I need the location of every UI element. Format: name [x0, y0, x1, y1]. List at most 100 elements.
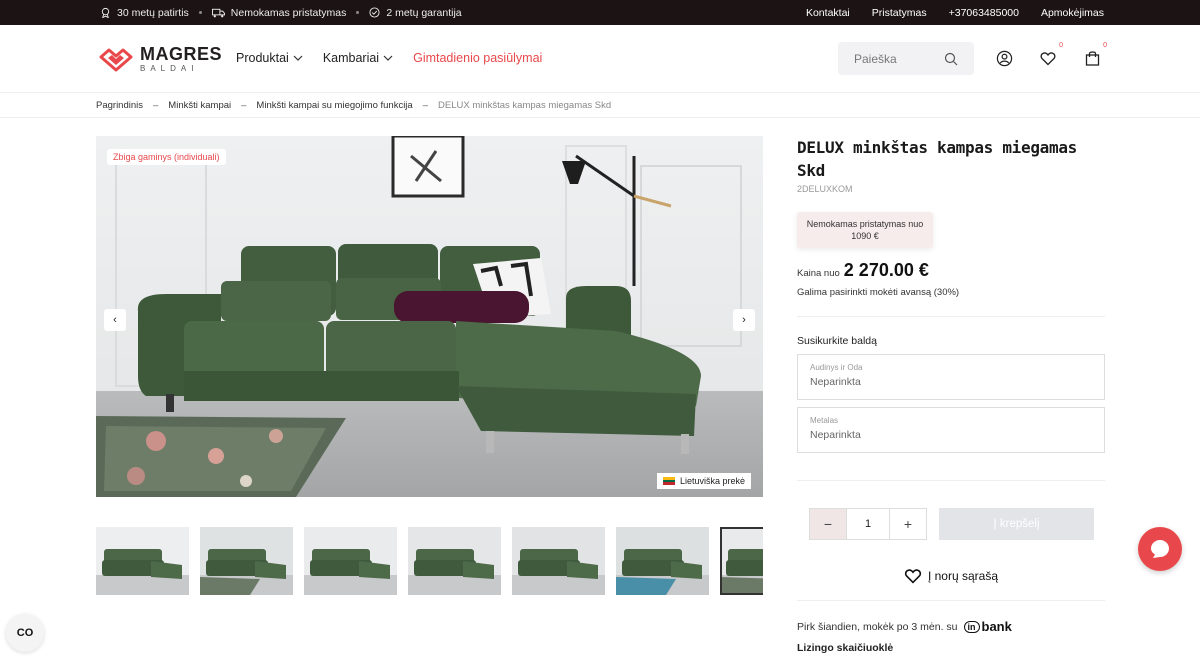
leasing-calculator-link[interactable]: Lizingo skaičiuoklė — [797, 642, 1105, 654]
inbank-logo-in: in — [963, 620, 980, 633]
gallery-thumbnail[interactable] — [408, 527, 501, 595]
product-sku: 2DELUXKOM — [797, 184, 853, 194]
breadcrumb-separator: – — [153, 100, 159, 111]
cart-button[interactable]: 0 — [1082, 42, 1107, 68]
topbar-warranty-label: 2 metų garantija — [386, 6, 462, 19]
nav-products-label: Produktai — [236, 51, 289, 65]
product-gallery[interactable]: Zbiga gaminys (individuali) ‹ › Lietuviš… — [96, 136, 763, 497]
lithuania-flag-icon — [662, 477, 675, 486]
heart-icon — [904, 569, 922, 584]
quantity-increase-button[interactable]: + — [890, 509, 926, 539]
breadcrumb-divider — [0, 117, 1200, 118]
inbank-logo: in bank — [963, 619, 1012, 634]
thumbnail-image — [304, 527, 397, 595]
gallery-prev-button[interactable]: ‹ — [104, 309, 126, 331]
divider — [797, 600, 1105, 601]
wishlist-count-badge: 0 — [1059, 42, 1063, 49]
gallery-thumbnail[interactable] — [720, 527, 763, 595]
topbar-link-delivery[interactable]: Pristatymas — [872, 7, 927, 19]
product-title: DELUX minkštas kampas miegamas Skd — [797, 138, 1077, 180]
thumbnail-image — [512, 527, 605, 595]
gallery-thumbnail[interactable] — [616, 527, 709, 595]
topbar-experience-label: 30 metų patirtis — [117, 6, 189, 19]
search-icon[interactable] — [944, 52, 958, 66]
thumbnail-image — [408, 527, 501, 595]
nav-rooms-label: Kambariai — [322, 51, 380, 65]
topbar-link-contacts[interactable]: Kontaktai — [806, 7, 850, 19]
option-metal[interactable]: Metalas Neparinkta — [797, 407, 1105, 453]
chevron-left-icon: ‹ — [113, 314, 117, 326]
price-row: Kaina nuo 2 270.00 € — [797, 260, 1105, 281]
breadcrumb-separator: – — [241, 100, 247, 111]
nav-rooms[interactable]: Kambariai — [323, 51, 393, 65]
wishlist-button[interactable]: 0 — [1038, 42, 1063, 68]
logo-subtext: BALDAI — [140, 64, 199, 73]
add-to-wishlist-label: Į norų sąrašą — [927, 569, 999, 583]
site-header: MAGRES BALDAI Produktai Kambariai Gimtad… — [0, 25, 1200, 93]
gallery-thumbnail[interactable] — [96, 527, 189, 595]
price-label: Kaina nuo — [797, 268, 840, 279]
topbar-delivery: Nemokamas pristatymas — [211, 6, 347, 19]
breadcrumb-soft-corners[interactable]: Minkšti kampai — [168, 100, 231, 111]
thumbnail-image — [200, 527, 293, 595]
option-fabric[interactable]: Audinys ir Oda Neparinkta — [797, 354, 1105, 400]
logo[interactable]: MAGRES BALDAI — [98, 45, 222, 73]
chat-bubble-icon — [1151, 540, 1169, 558]
product-info: DELUX minkštas kampas miegamas Skd 2DELU… — [797, 136, 1105, 654]
user-icon — [996, 50, 1012, 66]
free-shipping-badge: Nemokamas pristatymas nuo 1090 € — [797, 212, 933, 248]
nav-products[interactable]: Produktai — [236, 51, 303, 65]
breadcrumb-separator: – — [422, 100, 428, 111]
product-price: 2 270.00 € — [843, 260, 929, 280]
chevron-down-icon — [293, 55, 303, 61]
topbar-delivery-label: Nemokamas pristatymas — [230, 6, 347, 19]
search-box — [838, 42, 974, 75]
nav-birthday-label: Gimtadienio pasiūlymai — [413, 51, 543, 65]
cookie-consent-button[interactable]: CO — [6, 614, 44, 652]
search-input[interactable] — [854, 51, 944, 66]
breadcrumb-home[interactable]: Pagrindinis — [96, 100, 143, 111]
add-to-cart-button[interactable]: Į krepšelį — [939, 508, 1094, 540]
option-fabric-value: Neparinkta — [810, 376, 861, 388]
configurator-heading: Susikurkite baldą — [797, 335, 877, 347]
option-metal-value: Neparinkta — [810, 429, 861, 441]
gallery-thumbnail[interactable] — [304, 527, 397, 595]
cart-count-badge: 0 — [1103, 42, 1107, 49]
shopping-bag-icon — [1085, 51, 1099, 66]
inbank-offer: Pirk šiandien, mokėk po 3 mėn. su in ban… — [797, 619, 1105, 634]
thumbnail-image — [720, 527, 763, 595]
quantity-input[interactable]: 1 — [846, 509, 890, 539]
logo-mark-icon — [99, 48, 133, 72]
thumbnail-image — [616, 527, 709, 595]
topbar-warranty: 2 metų garantija — [369, 6, 462, 19]
chevron-down-icon — [383, 55, 393, 61]
breadcrumb: Pagrindinis – Minkšti kampai – Minkšti k… — [96, 100, 611, 111]
origin-badge-label: Lietuviška prekė — [679, 476, 745, 486]
gallery-next-button[interactable]: › — [733, 309, 755, 331]
main-nav: Produktai Kambariai Gimtadienio pasiūlym… — [236, 51, 542, 65]
advance-payment-note: Galima pasirinkti mokėti avansą (30%) — [797, 287, 960, 298]
cart-row: − 1 + Į krepšelį — [809, 508, 1105, 540]
gallery-thumbnail[interactable] — [512, 527, 605, 595]
topbar-link-phone[interactable]: +37063485000 — [949, 7, 1019, 19]
breadcrumb-current: DELUX minkštas kampas miegamas Skd — [438, 100, 612, 111]
nav-birthday-offers[interactable]: Gimtadienio pasiūlymai — [413, 51, 542, 65]
gallery-thumbnail[interactable] — [200, 527, 293, 595]
thumbnail-strip — [96, 527, 763, 595]
logo-text: MAGRES — [140, 44, 223, 64]
thumbnail-image — [96, 527, 189, 595]
chevron-right-icon: › — [742, 314, 746, 326]
topbar-separator — [356, 11, 360, 14]
quantity-decrease-button[interactable]: − — [810, 509, 846, 539]
option-fabric-label: Audinys ir Oda — [810, 363, 863, 372]
account-button[interactable] — [994, 48, 1014, 68]
breadcrumb-sleeping-corners[interactable]: Minkšti kampai su miegojimo funkcija — [256, 100, 412, 111]
divider — [797, 480, 1105, 481]
topbar-experience: 30 metų patirtis — [100, 7, 189, 19]
topbar-link-payment[interactable]: Apmokėjimas — [1041, 7, 1104, 19]
add-to-wishlist-button[interactable]: Į norų sąrašą — [797, 568, 1105, 584]
divider — [797, 316, 1105, 317]
truck-icon — [211, 8, 225, 17]
chat-button[interactable] — [1138, 527, 1182, 571]
origin-badge: Lietuviška prekė — [656, 473, 751, 489]
